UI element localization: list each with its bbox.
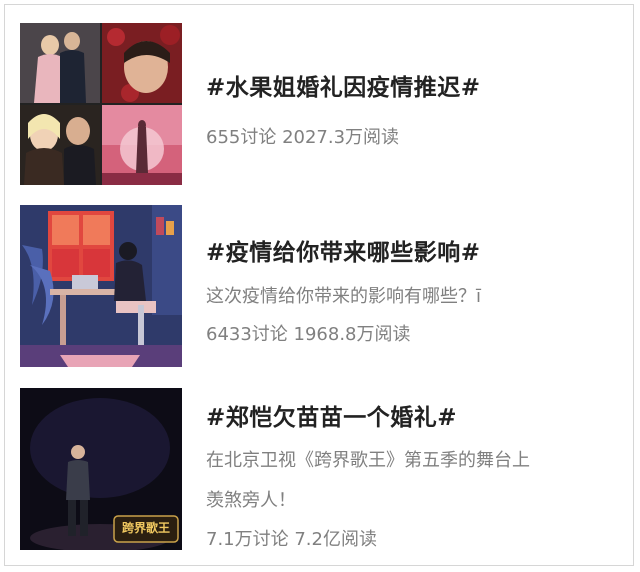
topic-description-line1: 在北京卫视《跨界歌王》第五季的舞台上 xyxy=(206,450,530,471)
topic-list-card: #水果姐婚礼因疫情推迟# 655讨论 2027.3万阅读 #疫情给你带来哪些影响… xyxy=(4,4,634,566)
topic-stats: 7.1万讨论 7.2亿阅读 xyxy=(206,529,377,550)
topic-stats: 6433讨论 1968.8万阅读 xyxy=(206,324,411,345)
topic-stats: 655讨论 2027.3万阅读 xyxy=(206,127,400,148)
topic-description-line2: 羡煞旁人！ xyxy=(206,490,296,511)
topic-title[interactable]: #郑恺欠苗苗一个婚礼# xyxy=(206,398,457,432)
topic-description: 这次疫情给你带来的影响有哪些？ī xyxy=(206,286,481,307)
show-logo: 跨界歌王 xyxy=(121,521,170,535)
home-illustration-thumbnail[interactable] xyxy=(20,205,182,367)
topic-title[interactable]: #疫情给你带来哪些影响# xyxy=(206,233,481,267)
stage-singer-thumbnail[interactable]: 跨界歌王 xyxy=(20,388,182,550)
illustration-icon xyxy=(20,205,182,367)
collage-icon xyxy=(20,23,182,185)
topic-item[interactable]: 跨界歌王 #郑恺欠苗苗一个婚礼# 在北京卫视《跨界歌王》第五季的舞台上 羡煞旁人… xyxy=(20,388,630,550)
wedding-collage-thumbnail[interactable] xyxy=(20,23,182,185)
topic-title[interactable]: #水果姐婚礼因疫情推迟# xyxy=(206,68,481,102)
topic-item[interactable]: #疫情给你带来哪些影响# 这次疫情给你带来的影响有哪些？ī 6433讨论 196… xyxy=(20,205,630,367)
topic-item[interactable]: #水果姐婚礼因疫情推迟# 655讨论 2027.3万阅读 xyxy=(20,23,630,185)
